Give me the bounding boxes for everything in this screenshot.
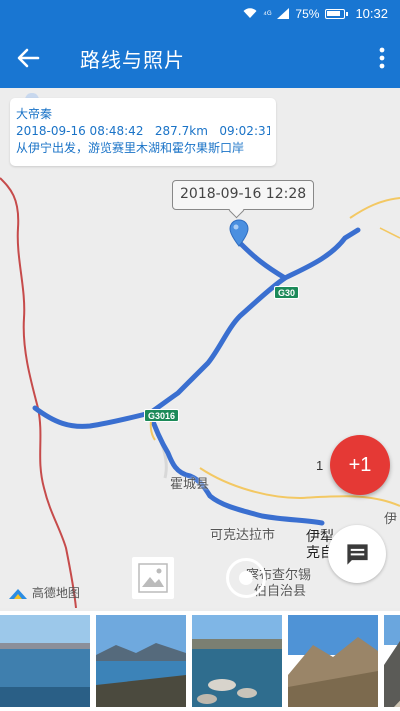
trip-name: 大帝秦 bbox=[16, 107, 53, 121]
photo-mountain-road bbox=[384, 615, 400, 707]
photo-thumbnail[interactable] bbox=[192, 615, 282, 707]
place-label: 霍城县 bbox=[170, 477, 210, 492]
amap-logo-icon bbox=[9, 588, 27, 599]
image-icon bbox=[138, 563, 168, 593]
photo-thumbnail[interactable] bbox=[288, 615, 378, 707]
wifi-icon bbox=[243, 8, 257, 18]
my-location-button[interactable] bbox=[226, 558, 266, 598]
trip-start-time: 2018-09-16 08:48:42 bbox=[16, 124, 144, 138]
route-map[interactable]: 大帝秦 2018-09-16 08:48:42 287.7km 09:02:31… bbox=[0, 88, 400, 608]
battery-percent: 75% bbox=[295, 6, 320, 21]
map-provider-name: 高德地图 bbox=[31, 586, 80, 600]
more-vert-icon[interactable] bbox=[378, 46, 386, 70]
road-shield-g3016: G3016 bbox=[144, 409, 180, 422]
trip-distance: 287.7km bbox=[154, 124, 208, 138]
photo-thumbnail[interactable] bbox=[384, 615, 400, 707]
photo-grassland-hills bbox=[288, 615, 378, 707]
map-provider-logo: 高德地图 bbox=[8, 584, 80, 601]
trip-info-card[interactable]: 大帝秦 2018-09-16 08:48:42 287.7km 09:02:31… bbox=[10, 98, 276, 166]
arrow-back-icon[interactable] bbox=[12, 42, 44, 74]
place-label: 可克达拉市 bbox=[210, 528, 276, 543]
location-pin-icon[interactable] bbox=[229, 219, 249, 247]
marker-tooltip: 2018-09-16 12:28 bbox=[172, 180, 315, 210]
page-title: 路线与照片 bbox=[80, 48, 185, 72]
photo-lake-rocks bbox=[192, 615, 282, 707]
comment-icon bbox=[347, 544, 368, 565]
photo-strip[interactable] bbox=[0, 611, 400, 711]
status-bar: ⁴ᴳ 75% 10:32 bbox=[0, 0, 400, 28]
photo-count-label: 1 bbox=[316, 458, 324, 473]
photo-thumbnail[interactable] bbox=[96, 615, 186, 707]
photo-lake-mountains bbox=[96, 615, 186, 707]
trip-duration: 09:02:31 bbox=[219, 124, 270, 138]
place-label: 伊 bbox=[384, 512, 398, 527]
battery-icon bbox=[325, 8, 349, 19]
clock: 10:32 bbox=[355, 6, 388, 21]
app-bar: 路线与照片 bbox=[0, 28, 400, 88]
signal-indicator: ⁴ᴳ bbox=[263, 8, 272, 19]
trip-stats: 2018-09-16 08:48:42 287.7km 09:02:31 bbox=[16, 123, 270, 140]
photo-button[interactable] bbox=[132, 557, 174, 599]
photo-lake-shore bbox=[0, 615, 90, 707]
trip-description: 从伊宁出发，游览赛里木湖和霍尔果斯口岸 bbox=[16, 141, 245, 155]
add-one-button[interactable]: +1 bbox=[330, 435, 390, 495]
photo-thumbnail[interactable] bbox=[0, 615, 90, 707]
cell-signal-icon bbox=[277, 8, 290, 19]
road-shield-g30: G30 bbox=[274, 286, 300, 299]
comment-button[interactable] bbox=[328, 525, 386, 583]
